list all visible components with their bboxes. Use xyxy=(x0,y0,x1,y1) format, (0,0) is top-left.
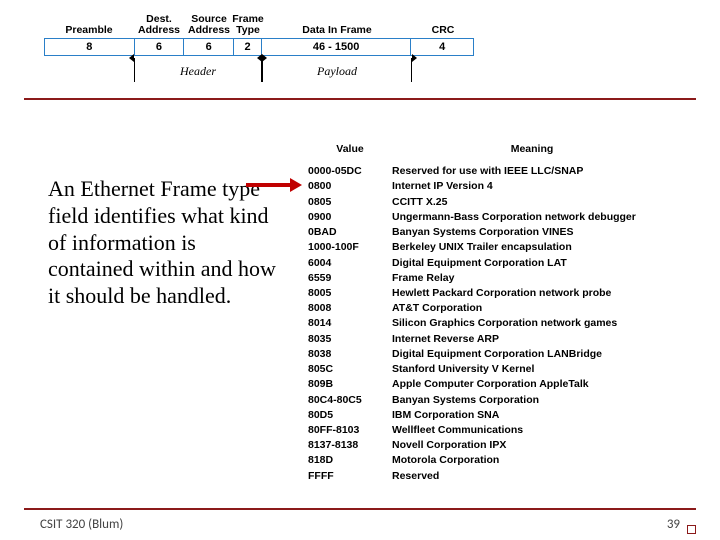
cell-meaning: Stanford University V Kernel xyxy=(392,362,692,377)
bracket-header: Header xyxy=(134,58,262,82)
table-row: 80D5IBM Corporation SNA xyxy=(308,408,692,423)
cell-value: 0805 xyxy=(308,195,392,210)
hdr-source-address: Source Address xyxy=(184,14,234,38)
hdr-data: Data In Frame xyxy=(262,14,412,38)
table-row: 0BADBanyan Systems Corporation VINES xyxy=(308,225,692,240)
cell-meaning: AT&T Corporation xyxy=(392,301,692,316)
cell-meaning: Digital Equipment Corporation LANBridge xyxy=(392,347,692,362)
hdr-crc: CRC xyxy=(412,14,474,38)
table-row: 818DMotorola Corporation xyxy=(308,453,692,468)
table-row: 8137-8138Novell Corporation IPX xyxy=(308,438,692,453)
val-crc: 4 xyxy=(411,39,473,55)
col-header-meaning: Meaning xyxy=(392,142,672,157)
table-row: 809BApple Computer Corporation AppleTalk xyxy=(308,377,692,392)
cell-meaning: Internet IP Version 4 xyxy=(392,179,692,194)
cell-value: 8038 xyxy=(308,347,392,362)
table-row: FFFFReserved xyxy=(308,469,692,484)
table-row: 80FF-8103Wellfleet Communications xyxy=(308,423,692,438)
val-dest-address: 6 xyxy=(135,39,185,55)
bracket-payload-label: Payload xyxy=(263,64,411,79)
cell-meaning: Ungermann-Bass Corporation network debug… xyxy=(392,210,692,225)
col-header-value: Value xyxy=(308,142,392,157)
cell-meaning: Frame Relay xyxy=(392,271,692,286)
frame-type-table: Value Meaning 0000-05DCReserved for use … xyxy=(308,142,692,484)
table-header: Value Meaning xyxy=(308,142,692,158)
val-preamble: 8 xyxy=(45,39,135,55)
cell-value: 80C4-80C5 xyxy=(308,393,392,408)
divider-top xyxy=(24,98,696,100)
cell-meaning: Reserved xyxy=(392,469,692,484)
hdr-frame-type: Frame Type xyxy=(234,14,262,38)
slide: Preamble Dest. Address Source Address Fr… xyxy=(0,0,720,540)
cell-meaning: CCITT X.25 xyxy=(392,195,692,210)
table-row: 8038Digital Equipment Corporation LANBri… xyxy=(308,347,692,362)
bracket-payload: Payload xyxy=(262,58,412,82)
footer-page-number: 39 xyxy=(667,517,680,532)
table-row: 1000-100FBerkeley UNIX Trailer encapsula… xyxy=(308,240,692,255)
cell-value: 0900 xyxy=(308,210,392,225)
cell-value: 6559 xyxy=(308,271,392,286)
cell-meaning: Motorola Corporation xyxy=(392,453,692,468)
table-row: 0000-05DCReserved for use with IEEE LLC/… xyxy=(308,164,692,179)
arrow-icon xyxy=(246,178,302,192)
ethernet-frame-diagram: Preamble Dest. Address Source Address Fr… xyxy=(44,14,474,84)
cell-value: 8035 xyxy=(308,332,392,347)
val-frame-type: 2 xyxy=(234,39,262,55)
cell-meaning: Apple Computer Corporation AppleTalk xyxy=(392,377,692,392)
table-row: 805CStanford University V Kernel xyxy=(308,362,692,377)
frame-brackets: Header Payload xyxy=(44,56,474,84)
cell-value: 0BAD xyxy=(308,225,392,240)
cell-value: 0000-05DC xyxy=(308,164,392,179)
table-row: 0805CCITT X.25 xyxy=(308,195,692,210)
cell-value: FFFF xyxy=(308,469,392,484)
cell-meaning: Digital Equipment Corporation LAT xyxy=(392,256,692,271)
hdr-dest-address: Dest. Address xyxy=(134,14,184,38)
cell-meaning: IBM Corporation SNA xyxy=(392,408,692,423)
table-row: 0900Ungermann-Bass Corporation network d… xyxy=(308,210,692,225)
cell-value: 8014 xyxy=(308,316,392,331)
cell-value: 80D5 xyxy=(308,408,392,423)
cell-value: 1000-100F xyxy=(308,240,392,255)
cell-meaning: Wellfleet Communications xyxy=(392,423,692,438)
cell-value: 80FF-8103 xyxy=(308,423,392,438)
val-data: 46 - 1500 xyxy=(262,39,411,55)
hdr-preamble: Preamble xyxy=(44,14,134,38)
cell-meaning: Novell Corporation IPX xyxy=(392,438,692,453)
cell-value: 8008 xyxy=(308,301,392,316)
cell-meaning: Reserved for use with IEEE LLC/SNAP xyxy=(392,164,692,179)
val-source-address: 6 xyxy=(184,39,234,55)
cell-meaning: Berkeley UNIX Trailer encapsulation xyxy=(392,240,692,255)
table-row: 6004Digital Equipment Corporation LAT xyxy=(308,256,692,271)
cell-meaning: Banyan Systems Corporation VINES xyxy=(392,225,692,240)
table-body: 0000-05DCReserved for use with IEEE LLC/… xyxy=(308,164,692,484)
cell-value: 805C xyxy=(308,362,392,377)
footer-square-icon xyxy=(687,525,696,534)
cell-value: 8005 xyxy=(308,286,392,301)
cell-meaning: Hewlett Packard Corporation network prob… xyxy=(392,286,692,301)
table-row: 8008AT&T Corporation xyxy=(308,301,692,316)
cell-value: 0800 xyxy=(308,179,392,194)
table-row: 80C4-80C5Banyan Systems Corporation xyxy=(308,393,692,408)
table-row: 8035Internet Reverse ARP xyxy=(308,332,692,347)
frame-field-headers: Preamble Dest. Address Source Address Fr… xyxy=(44,14,474,38)
table-row: 8005Hewlett Packard Corporation network … xyxy=(308,286,692,301)
table-row: 8014Silicon Graphics Corporation network… xyxy=(308,316,692,331)
cell-meaning: Banyan Systems Corporation xyxy=(392,393,692,408)
divider-bottom xyxy=(24,508,696,510)
cell-value: 6004 xyxy=(308,256,392,271)
cell-value: 8137-8138 xyxy=(308,438,392,453)
table-row: 6559Frame Relay xyxy=(308,271,692,286)
body-paragraph: An Ethernet Frame type field identifies … xyxy=(48,176,278,310)
cell-meaning: Internet Reverse ARP xyxy=(392,332,692,347)
bracket-header-label: Header xyxy=(135,64,261,79)
cell-meaning: Silicon Graphics Corporation network gam… xyxy=(392,316,692,331)
cell-value: 818D xyxy=(308,453,392,468)
cell-value: 809B xyxy=(308,377,392,392)
table-row: 0800Internet IP Version 4 xyxy=(308,179,692,194)
footer-course: CSIT 320 (Blum) xyxy=(40,517,123,532)
